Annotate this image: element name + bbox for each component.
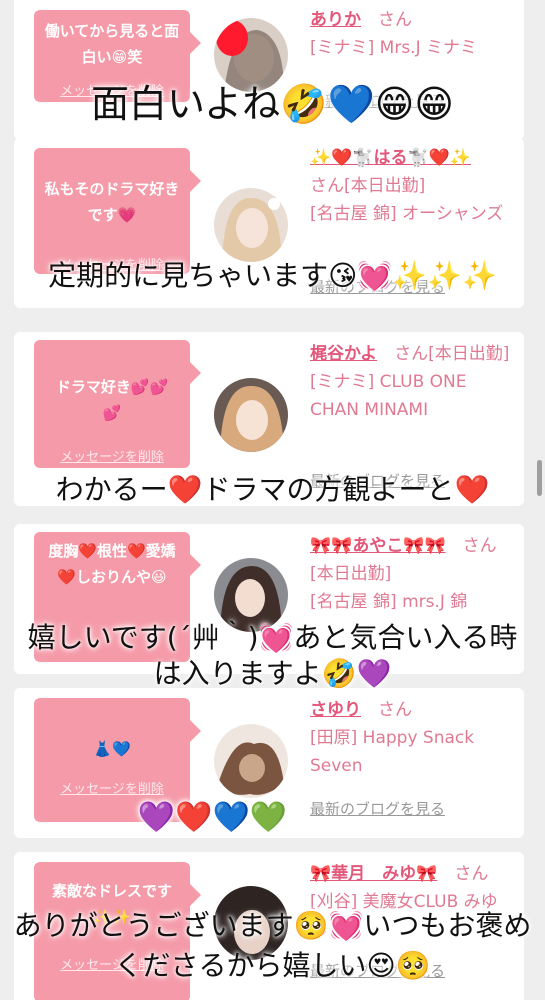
honorific: さん [378, 10, 412, 30]
profile-info: ありか さん [ミナミ] Mrs.J ミナミ [310, 6, 510, 62]
avatar[interactable] [214, 724, 288, 798]
profile-name-link[interactable]: 梶谷かよ [310, 344, 377, 364]
profile-info: ✨❤️🐩はる🐩❤️✨ さん[本日出勤] [名古屋 錦] オーシャンズ [310, 144, 510, 228]
caption-overlay: 面白いよね🤣💙😁😁 [90, 82, 455, 126]
message-text: 私もそのドラマ好きです💗 [44, 180, 180, 224]
shop-name: [田原] Happy Snack Seven [310, 728, 475, 776]
profile-name-link[interactable]: 🎀🎀あやこ🎀🎀 [310, 536, 446, 556]
message-text: 👗💙 [93, 740, 131, 758]
caption-overlay: 定期的に見ちゃいます😘💓✨✨✨ [48, 259, 497, 292]
message-text: 働いてから見ると面白い😁笑 [44, 22, 180, 66]
avatar-photo [214, 378, 288, 452]
caption-overlay: 💜❤️💙💚 [137, 800, 288, 835]
profile-info: さゆり さん [田原] Happy Snack Seven [310, 696, 510, 780]
shop-name: [名古屋 錦] mrs.J 錦 [310, 592, 468, 612]
avatar[interactable] [214, 378, 288, 452]
honorific: さん [378, 700, 412, 720]
profile-info: 🎀🎀あやこ🎀🎀 さん[本日出勤] [名古屋 錦] mrs.J 錦 [310, 532, 510, 616]
profile-name-link[interactable]: さゆり [310, 700, 361, 720]
avatar-photo [214, 18, 288, 92]
caption-overlay: わかるー❤️ドラマの方観よーと❤️ [55, 473, 490, 506]
profile-info: 梶谷かよ さん[本日出勤] [ミナミ] CLUB ONE CHAN MINAMI [310, 340, 510, 424]
message-text: 度胸❤️根性❤️愛嬌❤️しおりんや😃 [48, 542, 176, 586]
profile-name-link[interactable]: 🎀華月 みゆ🎀 [310, 864, 437, 884]
shop-name: [ミナミ] Mrs.J ミナミ [310, 38, 478, 58]
shop-name: [名古屋 錦] オーシャンズ [310, 204, 504, 224]
honorific: さん[本日出勤] [310, 176, 426, 196]
scrollbar[interactable] [537, 460, 542, 496]
profile-name-link[interactable]: ✨❤️🐩はる🐩❤️✨ [310, 148, 471, 168]
caption-overlay: 嬉しいです(´艸｀)💓あと気合い入る時は入りますよ🤣💜 [27, 621, 518, 690]
honorific: さん [454, 864, 489, 884]
message-text: ドラマ好き💕💕💕 [55, 378, 169, 422]
delete-message-link[interactable]: メッセージを削除 [34, 446, 190, 465]
avatar[interactable] [214, 188, 288, 262]
message-bubble: 私もそのドラマ好きです💗 メッセージを削除 [34, 148, 201, 274]
honorific: さん[本日出勤] [394, 344, 510, 364]
message-bubble: ドラマ好き💕💕💕 メッセージを削除 [34, 340, 201, 468]
avatar-photo [214, 724, 288, 798]
profile-name-link[interactable]: ありか [310, 10, 361, 30]
delete-message-link[interactable]: メッセージを削除 [34, 778, 190, 797]
caption-overlay: ありがとうございます🥺💓いつもお褒めくださるから嬉しい😍🥺 [13, 909, 532, 982]
shop-name: [ミナミ] CLUB ONE CHAN MINAMI [310, 372, 467, 420]
avatar[interactable] [214, 18, 288, 92]
avatar-photo [214, 188, 288, 262]
